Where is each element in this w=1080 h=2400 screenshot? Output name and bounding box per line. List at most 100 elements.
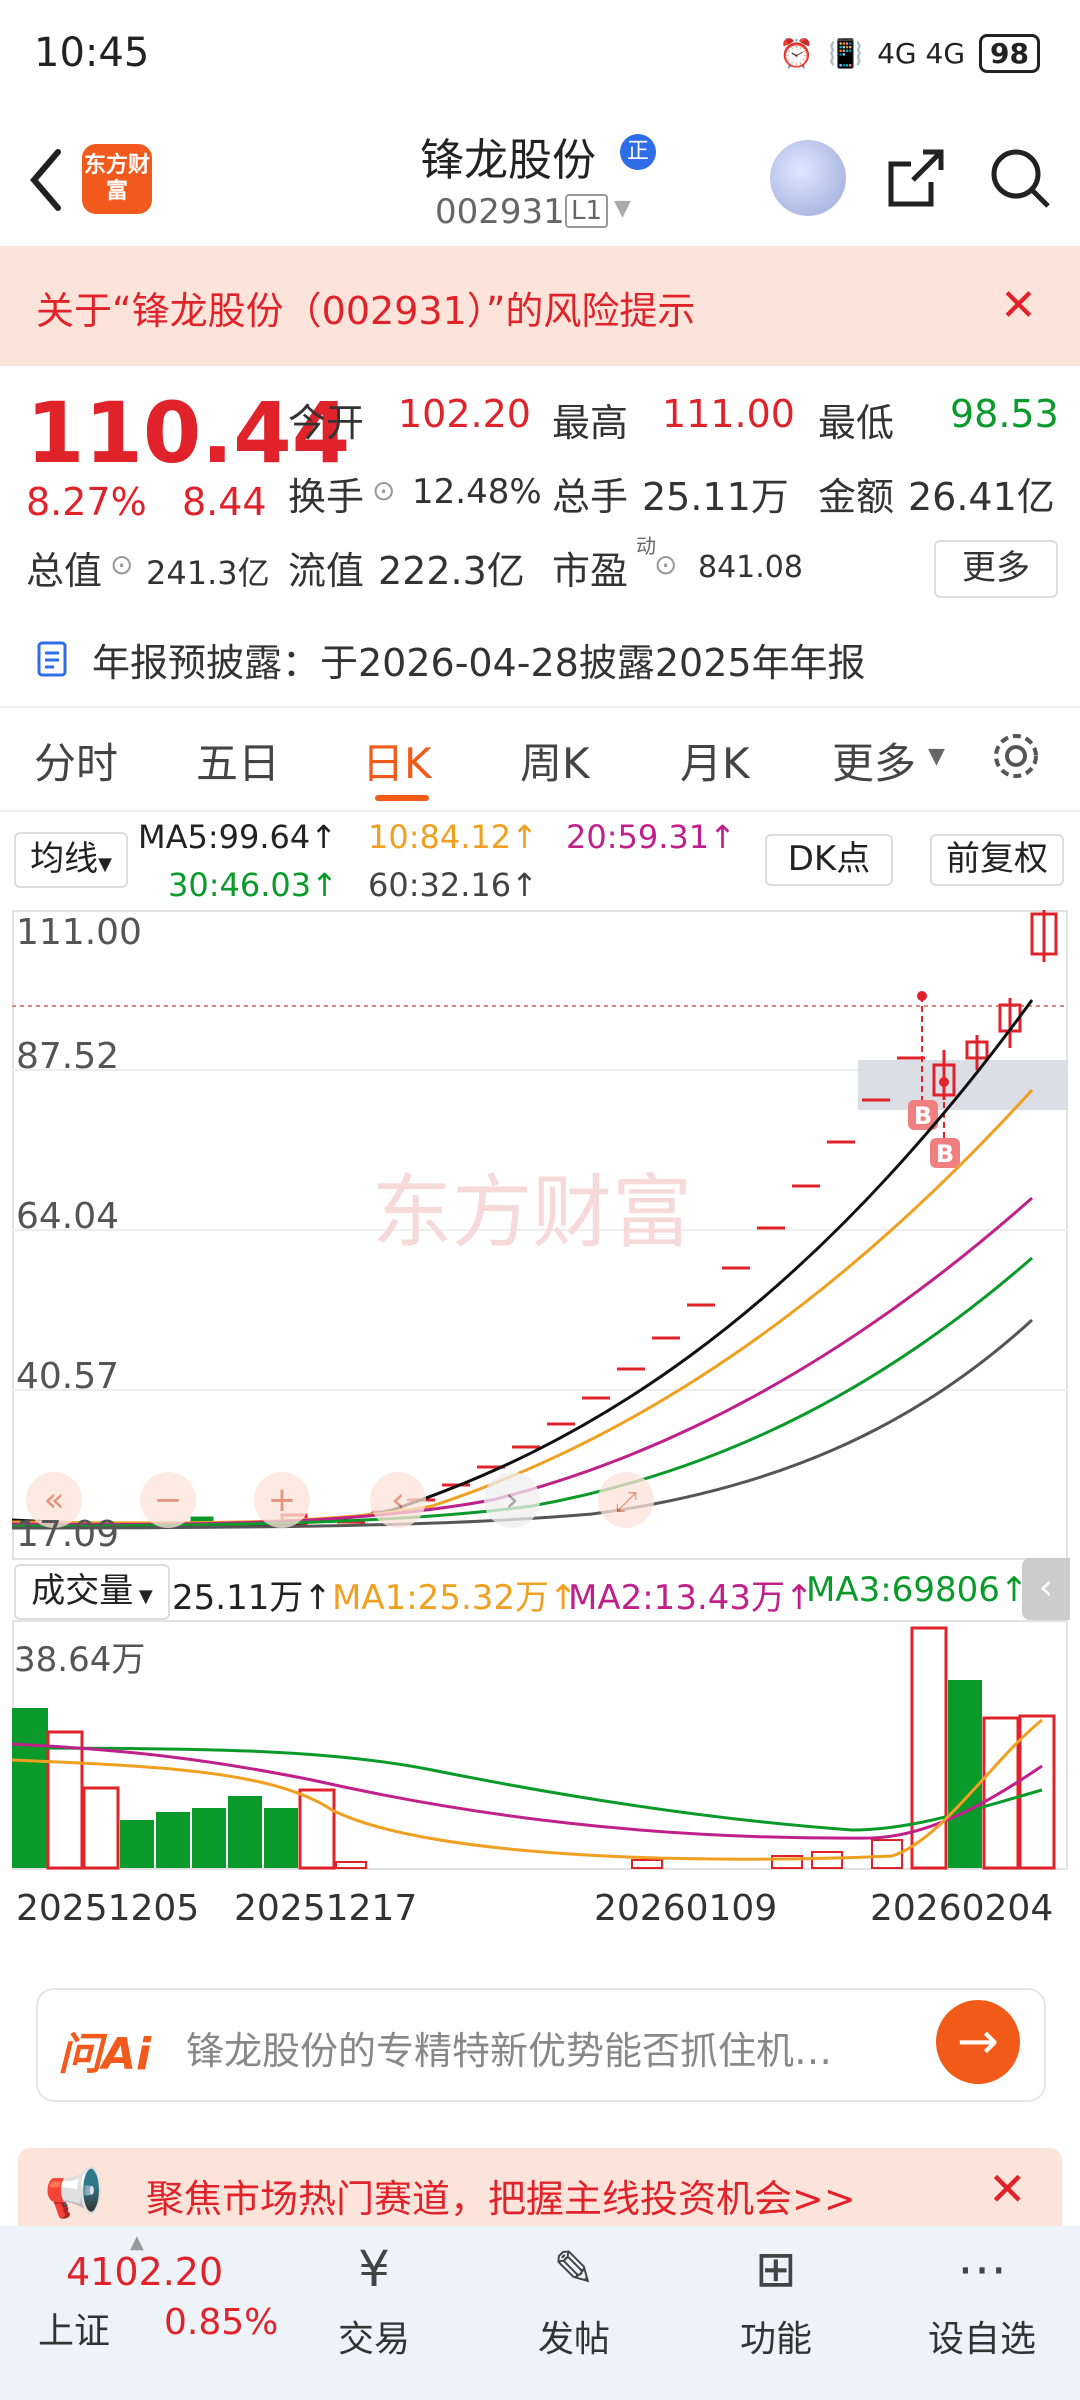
svg-text:›: › (505, 1480, 519, 1520)
tab-fenshi[interactable]: 分时 (34, 730, 118, 791)
y-label: 40.57 (16, 1356, 120, 1397)
svg-text:⤢: ⤢ (615, 1485, 637, 1518)
tab-rik[interactable]: 日K (362, 730, 432, 791)
volume-current: 25.11万↑ (172, 1578, 332, 1618)
more-button[interactable]: 更多 (934, 540, 1058, 598)
ai-question-text[interactable]: 锋龙股份的专精特新优势能否抓住机… (186, 2020, 832, 2075)
info-icon[interactable]: ⊙ (110, 548, 133, 581)
volume-ma2: MA2:13.43万↑ (568, 1578, 814, 1618)
mv-label: 总值 (26, 549, 103, 593)
y-label: 87.52 (16, 1036, 120, 1077)
tab-yuek[interactable]: 月K (680, 730, 750, 791)
chevron-left-icon[interactable] (22, 140, 72, 220)
svg-text:‹: ‹ (391, 1480, 405, 1520)
y-label-max: 111.00 (16, 912, 142, 953)
info-icon[interactable]: ⊙ (372, 474, 395, 507)
chevron-down-icon: ▼ (133, 1586, 153, 1607)
watermark: 东方财富 (372, 1168, 692, 1257)
change-amount: 8.44 (182, 480, 267, 524)
chevron-down-icon[interactable]: ▼ (614, 196, 631, 221)
promo-text[interactable]: 聚焦市场热门赛道，把握主线投资机会>> (146, 2168, 856, 2223)
dk-point-button[interactable]: DK点 (765, 834, 893, 886)
svg-text:−: − (154, 1480, 183, 1520)
annual-notice[interactable]: 年报预披露：于2026-04-28披露2025年年报 (92, 632, 866, 687)
volume-ma1: MA1:25.32万↑ (332, 1578, 578, 1618)
index-percent[interactable]: 0.85% (164, 2302, 278, 2343)
zheng-badge: 正 (620, 134, 656, 170)
close-icon[interactable]: ✕ (1000, 280, 1037, 331)
eastmoney-logo: 东方财富 (82, 144, 152, 214)
buy-marker-label: B (936, 1140, 954, 1168)
index-name[interactable]: 上证 (38, 2302, 110, 2354)
mv-value: 241.3亿 (146, 554, 270, 592)
assistant-robot-icon[interactable] (770, 140, 846, 216)
ai-logo: 问Ai (58, 2029, 152, 2080)
turnover-label: 换手 (288, 475, 365, 519)
nav-add-watchlist[interactable]: 设自选 (902, 2310, 1062, 2362)
more-dots-icon[interactable]: ⋯ (922, 2240, 1042, 2298)
y-label-min: 17.09 (16, 1514, 120, 1555)
svg-text:+: + (268, 1480, 297, 1520)
tab-more[interactable]: 更多 (832, 730, 916, 791)
pe-value: 841.08 (698, 550, 803, 585)
collapse-icon[interactable]: ‹ (1022, 1558, 1070, 1620)
volume-selector[interactable]: 成交量 ▼ (14, 1564, 170, 1620)
divider (0, 810, 1080, 812)
chevron-down-icon[interactable]: ▼ (928, 744, 945, 769)
amount-label: 金额 (818, 475, 895, 519)
nav-trade[interactable]: 交易 (294, 2310, 454, 2362)
signal-icon: 4G 4G (877, 37, 966, 70)
level-badge[interactable]: L1 (565, 194, 609, 228)
open-value: 102.20 (398, 392, 531, 436)
ma5-label: MA5:99.64↑ (138, 818, 338, 856)
share-icon[interactable] (885, 146, 945, 210)
amount-value: 26.41亿 (908, 475, 1055, 519)
ma-selector[interactable]: 均线▼ (14, 832, 128, 888)
edit-icon[interactable]: ✎ (514, 2240, 634, 2298)
stock-name: 锋龙股份 (420, 135, 596, 186)
trade-icon[interactable]: ¥ (314, 2240, 434, 2298)
ma10-label: 10:84.12↑ (368, 818, 538, 856)
turnover-value: 12.48% (412, 472, 542, 512)
arrow-right-icon[interactable]: → (936, 2000, 1020, 2084)
x-date: 20260204 (870, 1888, 1054, 1929)
low-label: 最低 (818, 401, 895, 445)
y-label: 64.04 (16, 1196, 120, 1237)
status-bar: 10:45 ⏰ 📳 4G 4G 98 (0, 0, 1080, 110)
stock-code: 002931 (435, 192, 565, 232)
gear-icon[interactable] (988, 728, 1044, 784)
x-date: 20251205 (16, 1888, 200, 1929)
chevron-down-icon: ▼ (98, 854, 112, 875)
tab-wuri[interactable]: 五日 (196, 730, 280, 791)
megaphone-icon: 📢 (44, 2165, 104, 2221)
volume-max-label: 38.64万 (14, 1640, 146, 1680)
clock: 10:45 (34, 30, 150, 76)
volume-value: 25.11万 (642, 475, 789, 519)
document-icon (37, 641, 67, 677)
nav-function[interactable]: 功能 (696, 2310, 856, 2362)
x-date: 20251217 (234, 1888, 418, 1929)
adjust-button[interactable]: 前复权 (930, 834, 1064, 886)
ma20-label: 20:59.31↑ (566, 818, 736, 856)
tab-zhouk[interactable]: 周K (520, 730, 590, 791)
change-percent: 8.27% (26, 480, 147, 524)
volume-ma3: MA3:69806↑ (806, 1570, 1029, 1610)
kline-chart[interactable]: 东方财富 B B « − + ‹ › ⤢ (12, 910, 1068, 1560)
open-label: 今开 (288, 401, 365, 445)
index-value[interactable]: 4102.20 (66, 2250, 223, 2294)
float-value: 222.3亿 (378, 549, 525, 593)
close-icon[interactable]: ✕ (988, 2162, 1027, 2216)
grid-icon[interactable]: ⊞ (716, 2240, 836, 2298)
tab-indicator (375, 795, 429, 801)
x-date: 20260109 (594, 1888, 778, 1929)
volume-chart[interactable] (12, 1620, 1068, 1870)
risk-banner-text[interactable]: 关于“锋龙股份（002931）”的风险提示 (36, 280, 695, 335)
ma-selector-label: 均线 (30, 839, 99, 879)
system-icons: ⏰ 📳 4G 4G 98 (779, 34, 1040, 73)
volume-selector-label: 成交量 (31, 1571, 134, 1611)
info-icon[interactable]: ⊙ (654, 548, 677, 581)
nav-post[interactable]: 发帖 (494, 2310, 654, 2362)
pe-superscript: 动 (636, 534, 656, 558)
search-icon[interactable] (988, 146, 1052, 210)
high-label: 最高 (552, 401, 629, 445)
